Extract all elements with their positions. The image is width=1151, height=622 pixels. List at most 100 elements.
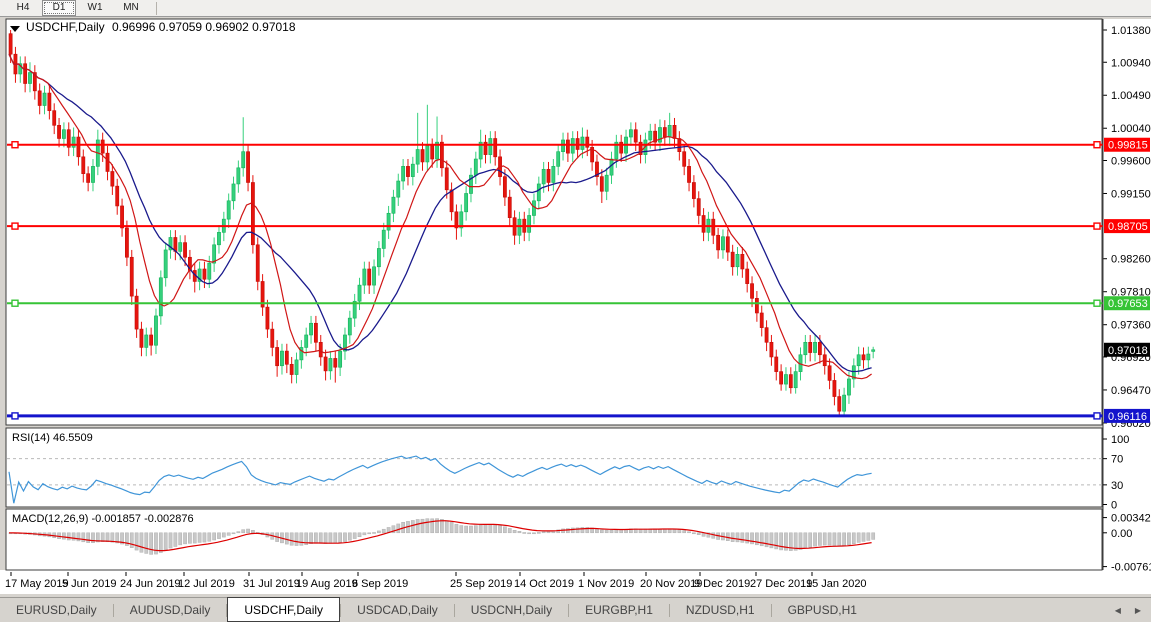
candle-body	[319, 342, 322, 357]
macd-bar	[532, 533, 535, 534]
candle-body	[159, 278, 162, 316]
macd-bar	[571, 528, 574, 533]
candle-body	[450, 190, 453, 212]
candle-body	[818, 342, 821, 354]
tab-nzdusd[interactable]: NZDUSD,H1	[670, 598, 771, 622]
timeframe-button-d1[interactable]: D1	[42, 0, 76, 16]
tabs-scroll-right-icon[interactable]: ▶	[1135, 606, 1141, 615]
tab-usdchf[interactable]: USDCHF,Daily	[227, 597, 340, 622]
date-tick-label: 17 May 2019	[5, 578, 69, 590]
candle-body	[789, 375, 792, 388]
tab-usdcnh[interactable]: USDCNH,Daily	[455, 598, 568, 622]
candle-body	[440, 142, 443, 168]
line-drag-handle[interactable]	[1094, 413, 1100, 419]
candle-body	[702, 215, 705, 232]
tab-gbpusd[interactable]: GBPUSD,H1	[772, 598, 873, 622]
candle-body	[697, 199, 700, 216]
macd-bar	[678, 530, 681, 533]
tab-audusd[interactable]: AUDUSD,Daily	[114, 598, 227, 622]
tab-eurgbp[interactable]: EURGBP,H1	[569, 598, 669, 622]
line-drag-handle[interactable]	[1094, 300, 1100, 306]
macd-bar	[343, 533, 346, 542]
candle-body	[150, 335, 153, 345]
line-drag-handle[interactable]	[1094, 223, 1100, 229]
macd-bar	[217, 533, 220, 539]
candle-body	[813, 342, 816, 352]
timeframe-button-w1[interactable]: W1	[78, 0, 112, 16]
macd-bar	[363, 533, 366, 535]
macd-bar	[159, 533, 162, 553]
macd-bar	[397, 524, 400, 533]
macd-bar	[150, 533, 153, 555]
tabs-scroll-left-icon[interactable]: ◀	[1115, 606, 1121, 615]
macd-bar	[319, 533, 322, 544]
candle-body	[843, 395, 846, 411]
main-price-panel[interactable]	[6, 19, 1102, 425]
rsi-panel[interactable]	[6, 428, 1102, 507]
current-price-label: 0.97018	[1108, 345, 1148, 357]
macd-bar	[460, 526, 463, 533]
macd-bar	[324, 533, 327, 544]
candle-body	[561, 140, 564, 152]
candle-body	[586, 137, 589, 147]
macd-bar	[203, 533, 206, 542]
macd-bar	[106, 533, 109, 542]
candle-body	[838, 397, 841, 412]
candle-body	[474, 159, 477, 175]
candle-body	[106, 153, 109, 171]
candle-body	[421, 149, 424, 161]
candle-body	[48, 93, 51, 111]
macd-bar	[731, 533, 734, 542]
macd-bar	[368, 533, 371, 534]
line-drag-handle[interactable]	[12, 300, 18, 306]
candle-body	[125, 228, 128, 257]
candle-body	[120, 206, 123, 228]
macd-bar	[610, 530, 613, 532]
macd-bar	[518, 531, 521, 533]
candle-body	[809, 342, 812, 352]
macd-bar	[135, 533, 138, 550]
date-tick-label: 5 Jun 2019	[62, 578, 116, 590]
macd-bar	[285, 533, 288, 544]
rsi-tick-label: 70	[1111, 454, 1123, 466]
candle-body	[208, 263, 211, 279]
macd-bar	[760, 533, 763, 546]
tab-eurusd[interactable]: EURUSD,Daily	[0, 598, 113, 622]
candle-body	[339, 351, 342, 367]
candle-body	[382, 230, 385, 248]
candle-body	[794, 372, 797, 388]
macd-bar	[382, 529, 385, 533]
macd-bar	[765, 533, 768, 547]
line-drag-handle[interactable]	[1094, 142, 1100, 148]
macd-bar	[300, 533, 303, 546]
timeframe-button-mn[interactable]: MN	[114, 0, 148, 16]
rsi-label: RSI(14) 46.5509	[12, 432, 93, 444]
macd-bar	[843, 533, 846, 546]
macd-bar	[465, 526, 468, 533]
candle-body	[673, 125, 676, 138]
candle-body	[765, 328, 768, 343]
chart-canvas[interactable]: USDCHF,Daily0.96996 0.97059 0.96902 0.97…	[0, 17, 1151, 597]
macd-bar	[736, 533, 739, 542]
candle-body	[755, 298, 758, 313]
rsi-tick-label: 30	[1111, 480, 1123, 492]
tab-usdcad[interactable]: USDCAD,Daily	[341, 598, 454, 622]
macd-bar	[770, 533, 773, 548]
candle-body	[760, 313, 763, 328]
macd-bar	[833, 533, 836, 546]
line-drag-handle[interactable]	[12, 223, 18, 229]
candle-body	[246, 152, 249, 183]
candle-body	[634, 130, 637, 142]
macd-bar	[503, 527, 506, 533]
candle-body	[683, 152, 686, 167]
candle-body	[566, 140, 569, 153]
timeframe-button-h4[interactable]: H4	[6, 0, 40, 16]
line-drag-handle[interactable]	[12, 413, 18, 419]
macd-bar	[62, 533, 65, 539]
candle-body	[416, 149, 419, 164]
macd-bar	[542, 532, 545, 533]
macd-bar	[862, 533, 865, 542]
line-drag-handle[interactable]	[12, 142, 18, 148]
candle-body	[116, 186, 119, 206]
macd-bar	[474, 526, 477, 533]
